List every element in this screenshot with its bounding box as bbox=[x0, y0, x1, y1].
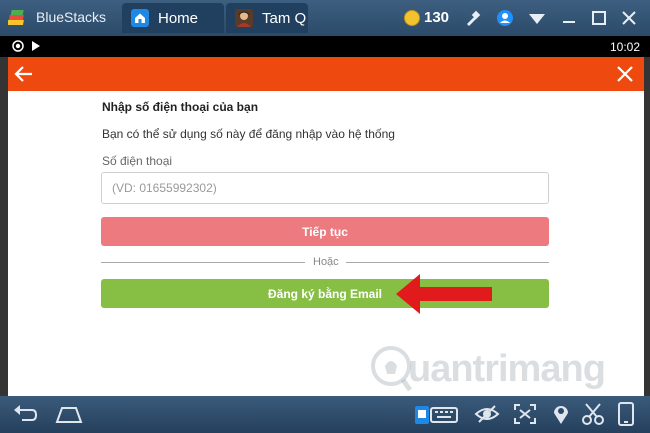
or-separator: Hoặc bbox=[313, 256, 339, 268]
continue-button[interactable]: Tiếp tục bbox=[101, 217, 549, 246]
form-subtitle: Bạn có thể sử dụng số này để đăng nhập v… bbox=[102, 127, 395, 141]
bottom-navbar bbox=[0, 396, 650, 433]
record-icon bbox=[12, 40, 24, 52]
phone-label: Số điện thoại bbox=[102, 154, 173, 168]
wrench-icon[interactable] bbox=[464, 9, 482, 27]
coin-icon bbox=[404, 10, 420, 26]
wifi-icon[interactable] bbox=[528, 9, 546, 27]
bluestacks-titlebar: BlueStacks Home Tam Quốc 130 bbox=[0, 0, 650, 36]
nav-home-icon[interactable] bbox=[54, 402, 84, 426]
divider-left bbox=[101, 262, 305, 263]
red-arrow-annotation-icon bbox=[396, 274, 492, 314]
location-icon[interactable] bbox=[548, 402, 574, 426]
android-statusbar: 10:02 bbox=[0, 36, 650, 57]
play-store-icon bbox=[32, 41, 40, 51]
game-avatar-icon bbox=[235, 9, 253, 27]
app-header bbox=[8, 57, 644, 91]
status-time: 10:02 bbox=[609, 40, 640, 54]
app-name: BlueStacks bbox=[36, 9, 107, 25]
eye-icon[interactable] bbox=[474, 402, 500, 426]
tab-home[interactable]: Home bbox=[122, 3, 224, 33]
app-area: Nhập số điện thoại của bạn Bạn có thể sử… bbox=[0, 57, 650, 396]
login-card: Nhập số điện thoại của bạn Bạn có thể sử… bbox=[8, 57, 644, 396]
close-x-icon[interactable] bbox=[614, 63, 636, 85]
home-icon bbox=[131, 9, 149, 27]
watermark-text: uantrimang bbox=[408, 348, 606, 390]
tab-game[interactable]: Tam Quốc bbox=[226, 3, 308, 33]
close-icon[interactable] bbox=[620, 9, 638, 27]
keyboard-icon[interactable] bbox=[414, 402, 458, 426]
bluestacks-logo-icon bbox=[8, 10, 24, 25]
phone-input[interactable] bbox=[101, 172, 549, 204]
lightbulb-icon bbox=[371, 346, 412, 392]
tab-game-label: Tam Quốc bbox=[262, 10, 306, 27]
form-heading: Nhập số điện thoại của bạn bbox=[102, 100, 259, 114]
coin-count: 130 bbox=[424, 9, 450, 26]
divider-right bbox=[346, 262, 549, 263]
watermark: uantrimang bbox=[370, 346, 630, 396]
fullscreen-icon[interactable] bbox=[512, 402, 538, 426]
tab-home-label: Home bbox=[158, 10, 199, 27]
user-icon[interactable] bbox=[496, 9, 514, 27]
scissors-icon[interactable] bbox=[580, 402, 606, 426]
phone-rotate-icon[interactable] bbox=[614, 402, 638, 426]
minimize-icon[interactable] bbox=[560, 9, 578, 27]
nav-back-icon[interactable] bbox=[12, 402, 38, 426]
back-arrow-icon[interactable] bbox=[13, 63, 35, 85]
maximize-icon[interactable] bbox=[590, 9, 608, 27]
